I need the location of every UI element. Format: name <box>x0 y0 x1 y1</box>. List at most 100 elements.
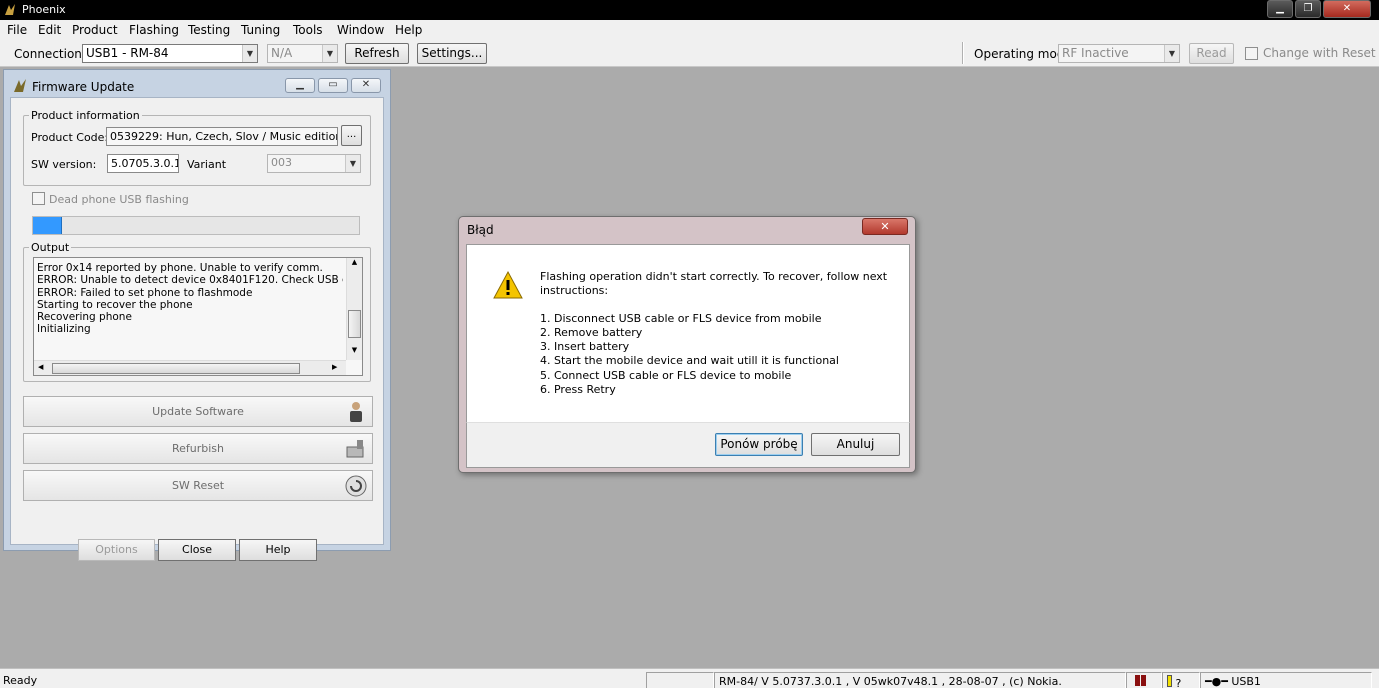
dialog-body: Flashing operation didn't start correctl… <box>466 244 910 422</box>
scroll-left-icon[interactable]: ◀ <box>38 363 43 371</box>
fw-close-button[interactable]: ✕ <box>351 78 381 93</box>
close-button[interactable]: Close <box>158 539 236 561</box>
sw-version-field[interactable]: 5.0705.3.0.1 <box>107 154 179 173</box>
output-lines: Error 0x14 reported by phone. Unable to … <box>37 262 343 336</box>
update-software-label: Update Software <box>152 405 244 418</box>
dialog-message-line2: instructions: <box>540 284 609 297</box>
scroll-thumb[interactable] <box>348 310 361 338</box>
firmware-update-window: Firmware Update ▁ ▭ ✕ Product informatio… <box>3 69 391 561</box>
output-label: Output <box>29 241 72 254</box>
status-connection-panel: ━●━ USB1 <box>1200 672 1372 688</box>
dialog-close-button[interactable]: ✕ <box>862 218 908 235</box>
reset-cycle-icon <box>345 475 367 497</box>
status-panel-empty <box>646 672 714 688</box>
toolbar: Connections: USB1 - RM-84 ▼ N/A ▼ Refres… <box>0 40 1379 67</box>
chevron-down-icon: ▼ <box>322 45 337 62</box>
chevron-down-icon: ▼ <box>1164 45 1179 62</box>
menu-window[interactable]: Window <box>337 23 384 37</box>
menu-help[interactable]: Help <box>395 23 422 37</box>
output-log[interactable]: Error 0x14 reported by phone. Unable to … <box>33 257 363 376</box>
menu-tuning[interactable]: Tuning <box>241 23 280 37</box>
product-code-field[interactable]: 0539229: Hun, Czech, Slov / Music editio… <box>106 127 338 146</box>
menu-tools[interactable]: Tools <box>293 23 323 37</box>
help-button[interactable]: Help <box>239 539 317 561</box>
change-with-reset-checkbox[interactable] <box>1245 47 1258 60</box>
usb-cable-icon: ━●━ <box>1205 675 1228 688</box>
menu-edit[interactable]: Edit <box>38 23 61 37</box>
progress-bar <box>32 216 360 235</box>
options-button: Options <box>78 539 155 561</box>
menu-product[interactable]: Product <box>72 23 118 37</box>
person-icon <box>350 402 362 422</box>
output-line: Error 0x14 reported by phone. Unable to … <box>37 262 323 274</box>
dialog-step: 2. Remove battery <box>540 326 643 339</box>
dialog-step: 5. Connect USB cable or FLS device to mo… <box>540 369 792 382</box>
sw-reset-label: SW Reset <box>171 479 225 492</box>
product-info-label: Product information <box>29 109 142 122</box>
dialog-step: 3. Insert battery <box>540 340 630 353</box>
read-button: Read <box>1189 43 1234 64</box>
chevron-down-icon: ▼ <box>345 155 360 172</box>
menu-testing[interactable]: Testing <box>188 23 230 37</box>
status-help-panel: ? <box>1162 672 1200 688</box>
fw-minimize-button[interactable]: ▁ <box>285 78 315 93</box>
sw-reset-button[interactable]: SW Reset <box>23 470 373 501</box>
status-yellow-icon <box>1167 675 1172 687</box>
output-horizontal-scrollbar[interactable]: ◀ ▶ <box>34 360 346 375</box>
toolbar-separator <box>962 42 964 64</box>
operating-mode-value: RF Inactive <box>1062 46 1129 60</box>
dialog-title: Błąd <box>467 223 494 237</box>
dialog-step: 6. Press Retry <box>540 383 616 396</box>
refurbish-label: Refurbish <box>171 442 225 455</box>
status-version: RM-84/ V 5.0737.3.0.1 , V 05wk07v48.1 , … <box>714 672 1126 688</box>
chevron-down-icon[interactable]: ▼ <box>242 45 257 62</box>
connections-select[interactable]: USB1 - RM-84 ▼ <box>82 44 258 63</box>
app-title: Phoenix <box>22 3 66 16</box>
output-line: Recovering phone <box>37 311 132 324</box>
dialog-message-line1: Flashing operation didn't start correctl… <box>540 270 888 283</box>
dead-phone-checkbox[interactable] <box>32 192 45 205</box>
dialog-step: 4. Start the mobile device and wait util… <box>540 354 839 367</box>
scroll-right-icon[interactable]: ▶ <box>332 363 337 371</box>
close-window-button[interactable]: ✕ <box>1323 0 1371 18</box>
change-with-reset-label: Change with Reset <box>1263 46 1376 60</box>
menu-flashing[interactable]: Flashing <box>129 23 179 37</box>
operating-mode-select: RF Inactive ▼ <box>1058 44 1180 63</box>
status-indicator-panel <box>1126 672 1162 688</box>
scroll-down-icon[interactable]: ▼ <box>347 346 362 354</box>
help-question-icon[interactable]: ? <box>1176 677 1182 688</box>
na-select: N/A ▼ <box>267 44 338 63</box>
output-vertical-scrollbar[interactable]: ▲ ▼ <box>346 258 362 360</box>
output-line: Initializing <box>37 323 91 336</box>
retry-button[interactable]: Ponów próbę <box>715 433 803 456</box>
status-ready: Ready <box>3 674 38 687</box>
refurbish-button[interactable]: Refurbish <box>23 433 373 464</box>
connections-value: USB1 - RM-84 <box>86 46 169 60</box>
update-software-button[interactable]: Update Software <box>23 396 373 427</box>
menu-file[interactable]: File <box>7 23 27 37</box>
cancel-button[interactable]: Anuluj <box>811 433 900 456</box>
output-line: ERROR: Unable to detect device 0x8401F12… <box>37 274 343 287</box>
minimize-button[interactable]: ▁ <box>1267 0 1293 18</box>
error-dialog: Błąd ✕ Flashing operation didn't start c… <box>458 216 916 473</box>
status-bar: Ready RM-84/ V 5.0737.3.0.1 , V 05wk07v4… <box>0 668 1379 688</box>
phoenix-app-icon <box>5 4 15 15</box>
output-line: ERROR: Failed to set phone to flashmode <box>37 286 253 299</box>
sw-version-label: SW version: <box>31 158 97 171</box>
variant-select: 003 ▼ <box>267 154 361 173</box>
refresh-button[interactable]: Refresh <box>345 43 409 64</box>
warning-icon <box>493 270 523 299</box>
connections-label: Connections: <box>14 47 93 61</box>
restore-button[interactable]: ❐ <box>1295 0 1321 18</box>
product-browse-button[interactable]: ... <box>341 125 362 146</box>
hscroll-thumb[interactable] <box>52 363 300 374</box>
na-value: N/A <box>271 46 293 60</box>
scroll-up-icon[interactable]: ▲ <box>347 258 362 266</box>
status-red-icon <box>1135 675 1140 686</box>
fw-maximize-button[interactable]: ▭ <box>318 78 348 93</box>
variant-value: 003 <box>271 156 292 169</box>
variant-label: Variant <box>187 158 227 171</box>
settings-button[interactable]: Settings... <box>417 43 487 64</box>
product-info-group <box>23 115 371 186</box>
app-titlebar: Phoenix ▁ ❐ ✕ <box>0 0 1379 20</box>
